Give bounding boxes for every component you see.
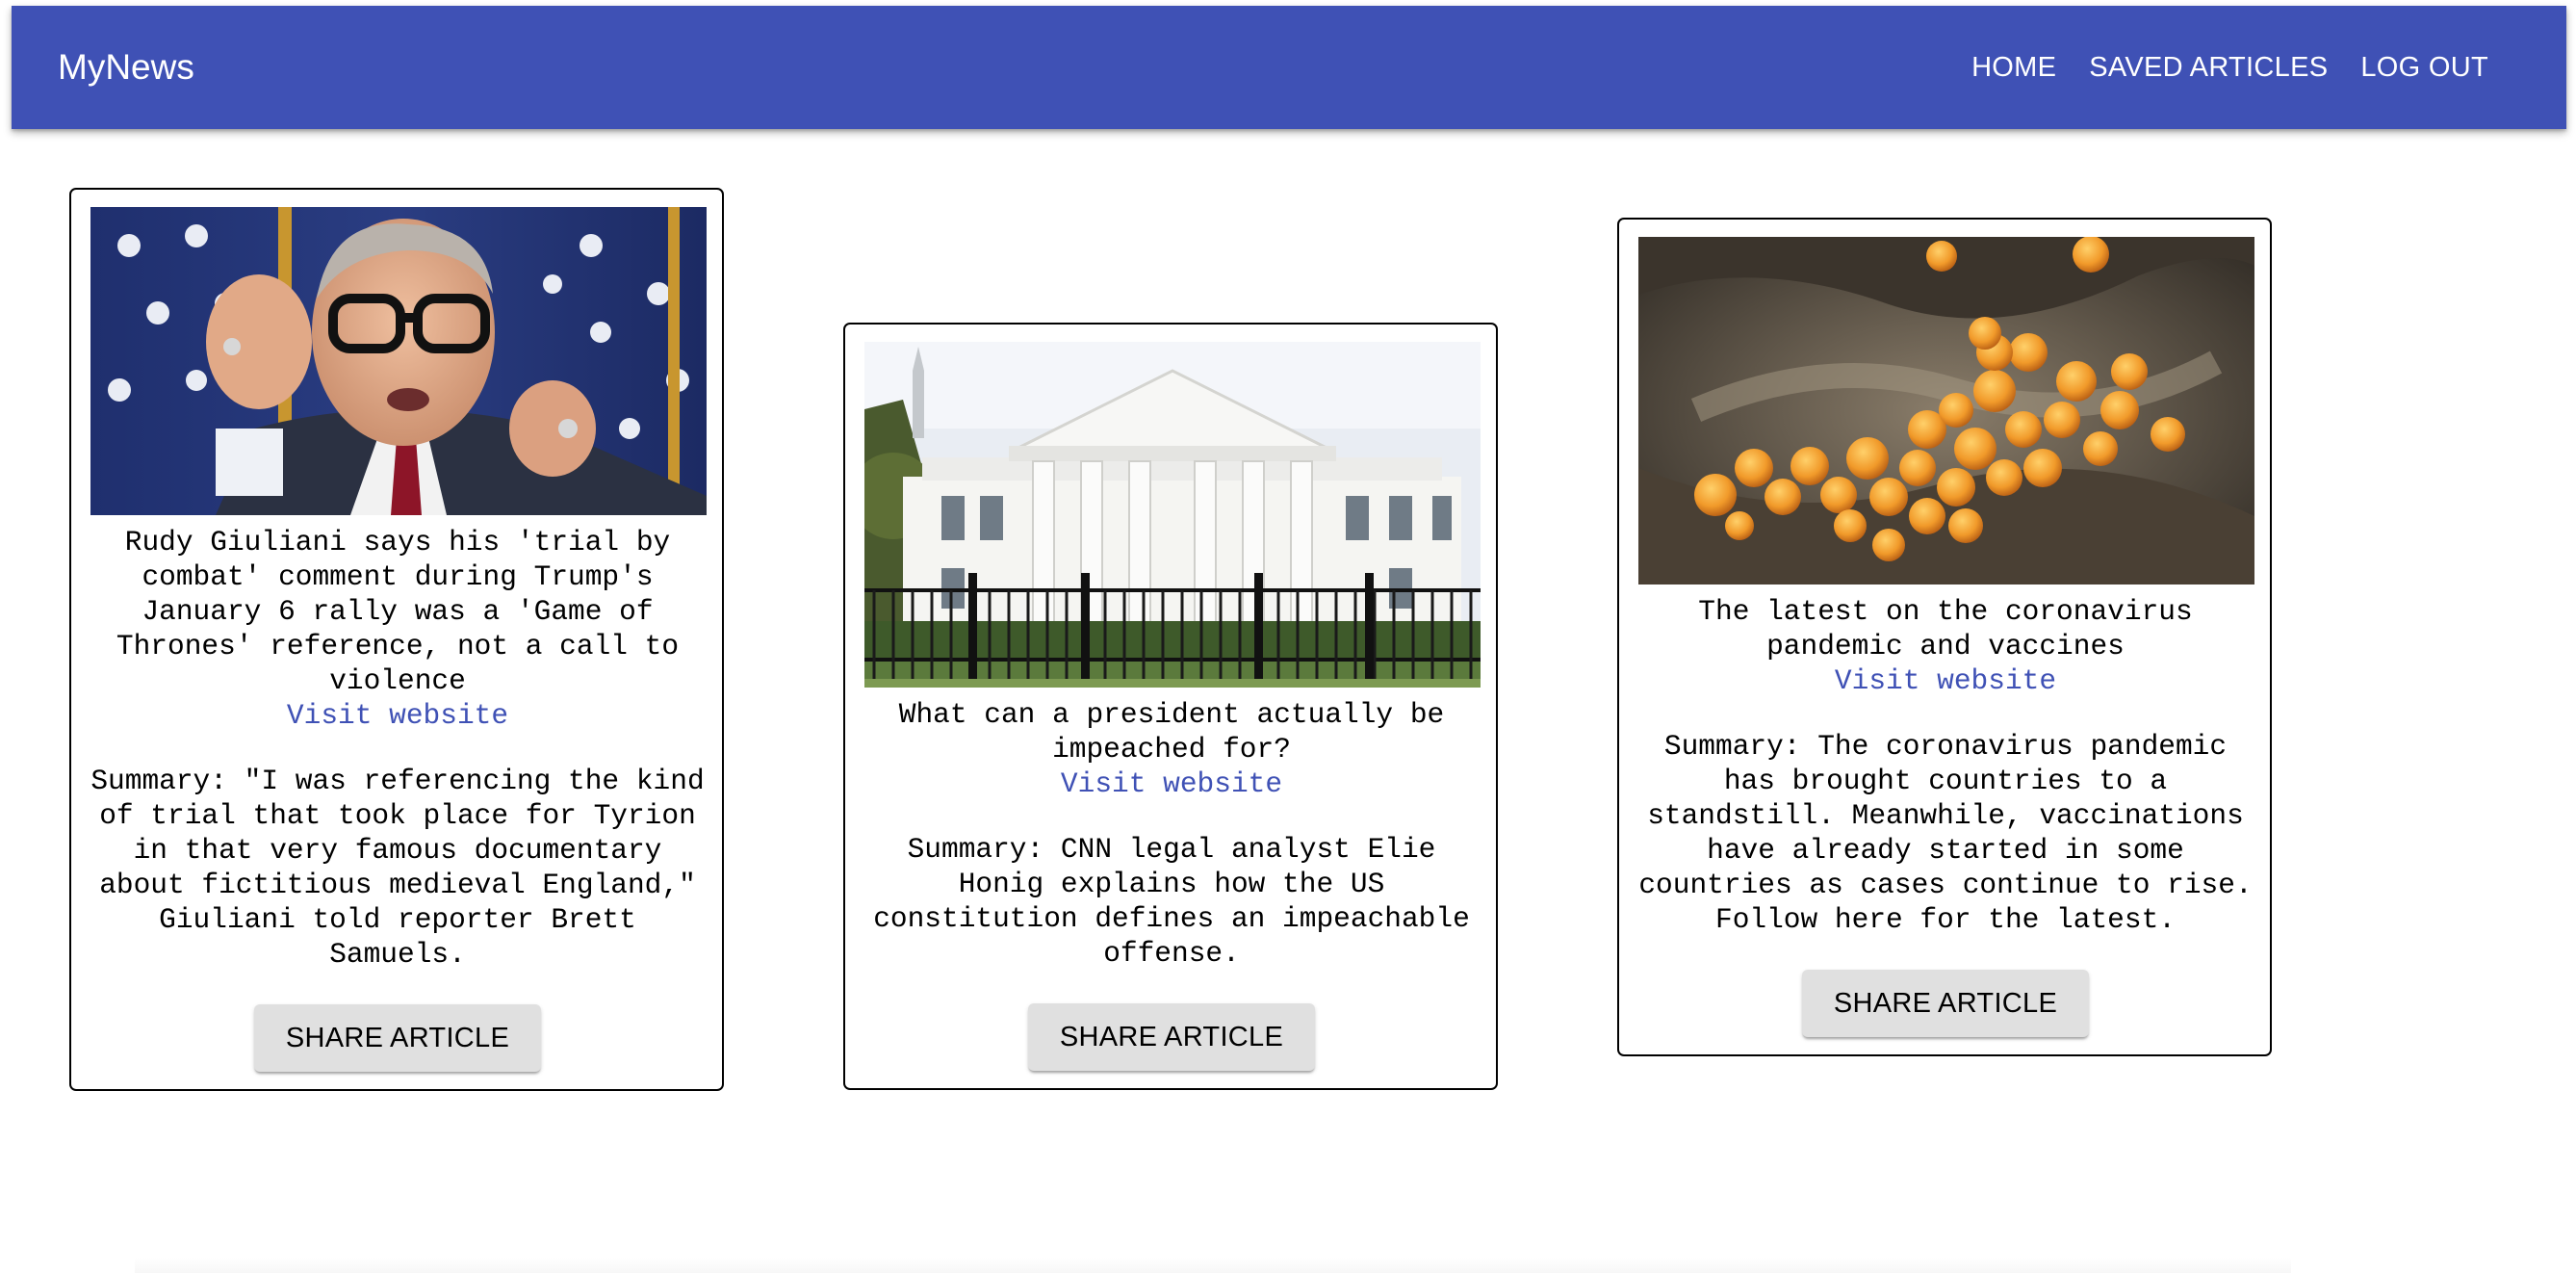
article-title: The latest on the coronavirus pandemic a… — [1698, 595, 2193, 662]
page-footer-shadow — [135, 1258, 2291, 1273]
article-card-2: What can a president actually be impeach… — [843, 323, 1498, 1090]
visit-website-link[interactable]: Visit website — [864, 766, 1479, 801]
article-summary: Summary: "I was referencing the kind of … — [90, 765, 705, 971]
app-bar: MyNews HOME SAVED ARTICLES LOG OUT — [12, 6, 2566, 129]
article-summary: Summary: CNN legal analyst Elie Honig ex… — [873, 833, 1470, 970]
article-card-1: Rudy Giuliani says his 'trial by combat'… — [69, 188, 724, 1091]
article-title: What can a president actually be impeach… — [898, 698, 1445, 766]
brand-title: MyNews — [58, 47, 194, 87]
visit-website-link[interactable]: Visit website — [1638, 663, 2253, 698]
top-nav: HOME SAVED ARTICLES LOG OUT — [1955, 6, 2505, 129]
share-article-button[interactable]: SHARE ARTICLE — [1801, 970, 2090, 1037]
white-house-photo — [864, 342, 1481, 688]
article-title: Rudy Giuliani says his 'trial by combat'… — [116, 526, 680, 697]
article-summary: Summary: The coronavirus pandemic has br… — [1638, 730, 2253, 936]
rudy-giuliani-photo — [90, 207, 707, 515]
visit-website-link[interactable]: Visit website — [90, 698, 705, 733]
article-card-3: The latest on the coronavirus pandemic a… — [1617, 218, 2272, 1056]
nav-saved-articles[interactable]: SAVED ARTICLES — [2073, 52, 2344, 84]
share-article-button[interactable]: SHARE ARTICLE — [253, 1004, 542, 1072]
nav-home[interactable]: HOME — [1955, 52, 2073, 84]
coronavirus-micrograph — [1638, 237, 2254, 585]
nav-log-out[interactable]: LOG OUT — [2344, 52, 2505, 84]
share-article-button[interactable]: SHARE ARTICLE — [1027, 1003, 1316, 1071]
